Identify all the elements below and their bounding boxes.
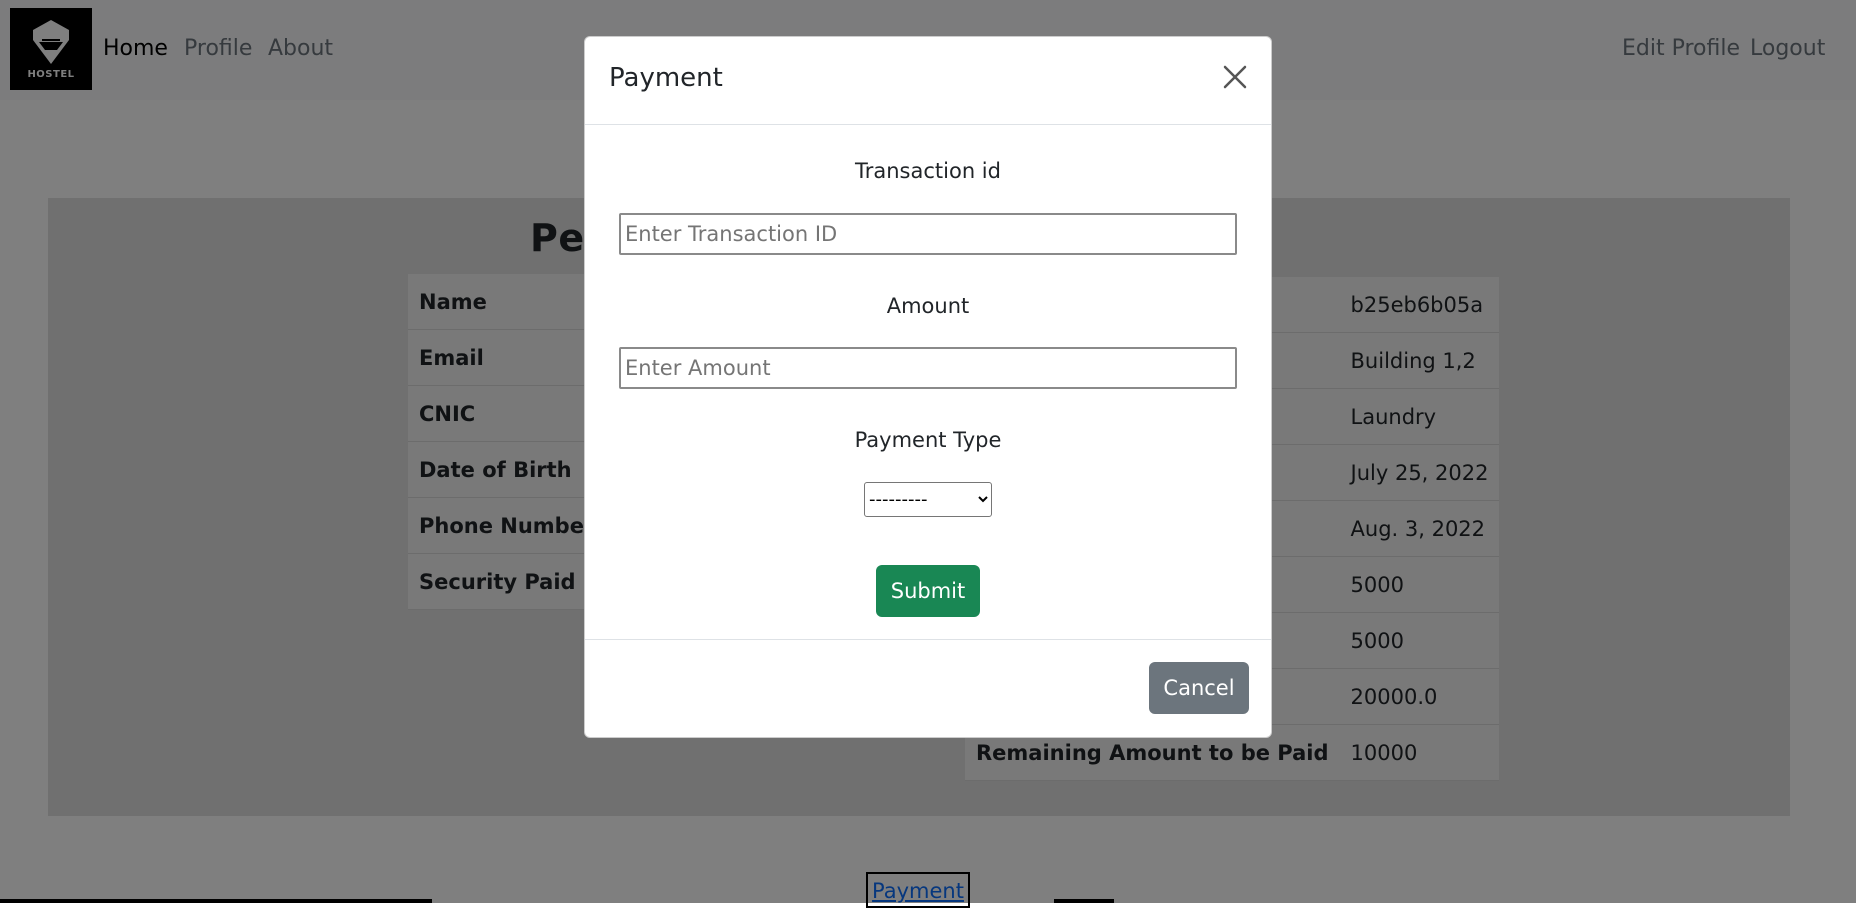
close-icon [1223, 65, 1247, 89]
cancel-button[interactable]: Cancel [1149, 662, 1249, 714]
transaction-id-label: Transaction id [855, 159, 1001, 183]
close-button[interactable] [1217, 59, 1253, 95]
amount-input[interactable] [619, 347, 1237, 389]
submit-button[interactable]: Submit [876, 565, 980, 617]
payment-modal: Payment Transaction id Amount Payment Ty… [584, 36, 1272, 738]
modal-title: Payment [609, 63, 723, 93]
payment-type-select[interactable]: --------- [864, 482, 992, 517]
payment-type-label: Payment Type [854, 428, 1002, 452]
modal-footer: Cancel [585, 639, 1271, 737]
modal-header: Payment [585, 37, 1271, 125]
amount-label: Amount [886, 294, 970, 318]
transaction-id-input[interactable] [619, 213, 1237, 255]
